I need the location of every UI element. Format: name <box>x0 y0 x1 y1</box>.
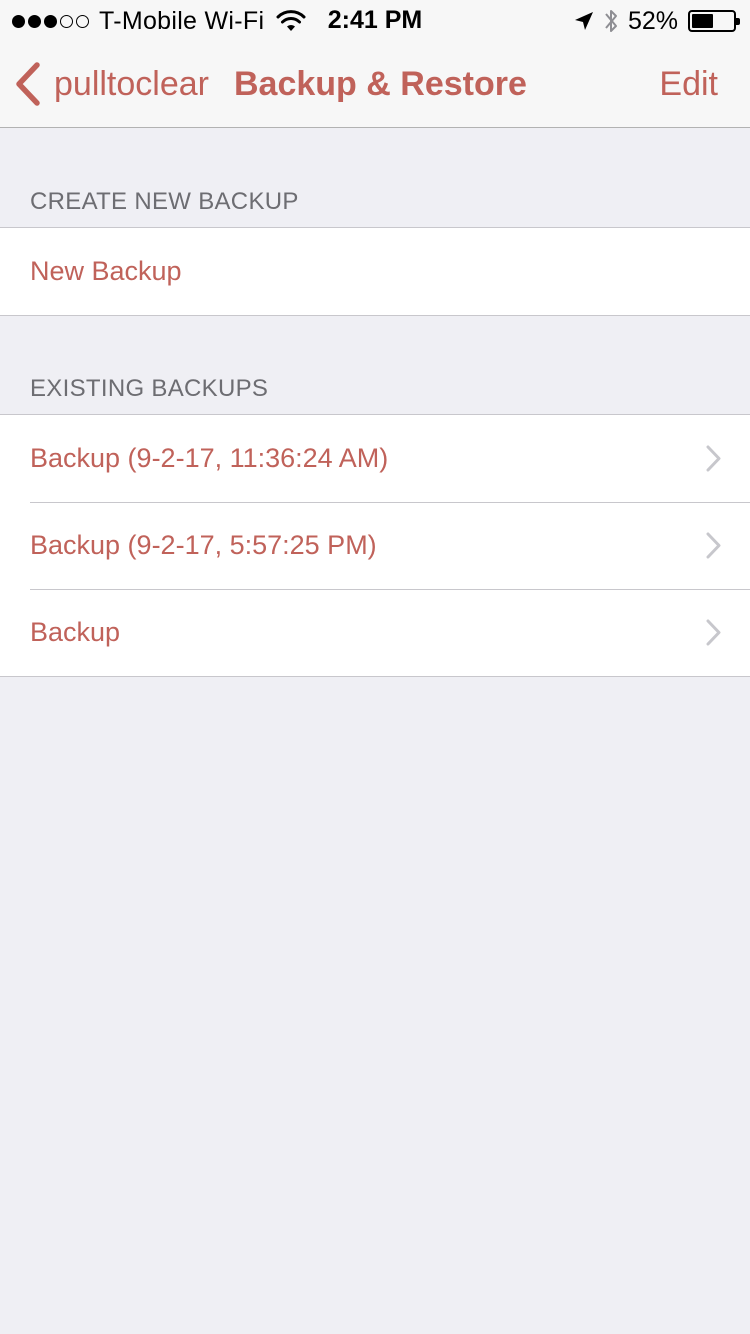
section-header-existing: EXISTING BACKUPS <box>30 375 269 402</box>
chevron-right-icon <box>706 445 721 472</box>
bluetooth-icon <box>605 10 617 32</box>
backup-list-item[interactable]: Backup (9-2-17, 11:36:24 AM) <box>0 415 750 502</box>
backup-item-label: Backup <box>30 617 121 647</box>
status-right: 52% <box>574 6 740 36</box>
backup-item-label: Backup (9-2-17, 5:57:25 PM) <box>30 530 377 560</box>
edit-button[interactable]: Edit <box>659 40 718 128</box>
battery-tip <box>736 18 740 25</box>
back-button-label: pulltoclear <box>54 64 209 103</box>
navigation-bar: pulltoclear Backup & Restore Edit <box>0 40 750 128</box>
new-backup-button[interactable]: New Backup <box>0 228 750 315</box>
back-button[interactable]: pulltoclear <box>14 40 209 128</box>
battery-fill <box>692 14 713 28</box>
backup-list-item[interactable]: Backup <box>0 589 750 676</box>
backup-item-label: Backup (9-2-17, 11:36:24 AM) <box>30 443 389 473</box>
location-arrow-icon <box>574 12 593 30</box>
new-backup-label: New Backup <box>30 256 182 286</box>
chevron-left-icon <box>16 62 40 106</box>
chevron-right-icon <box>706 619 721 646</box>
backup-list-item[interactable]: Backup (9-2-17, 5:57:25 PM) <box>0 502 750 589</box>
battery-icon <box>688 10 740 32</box>
existing-backups-group: Backup (9-2-17, 11:36:24 AM) Backup (9-2… <box>0 414 750 677</box>
section-header-create: CREATE NEW BACKUP <box>30 188 299 215</box>
page-title: Backup & Restore <box>234 64 527 103</box>
chevron-right-icon <box>706 532 721 559</box>
create-backup-group: New Backup <box>0 227 750 316</box>
status-bar: T-Mobile Wi-Fi 2:41 PM 52% <box>0 0 750 40</box>
battery-percent: 52% <box>627 6 678 35</box>
